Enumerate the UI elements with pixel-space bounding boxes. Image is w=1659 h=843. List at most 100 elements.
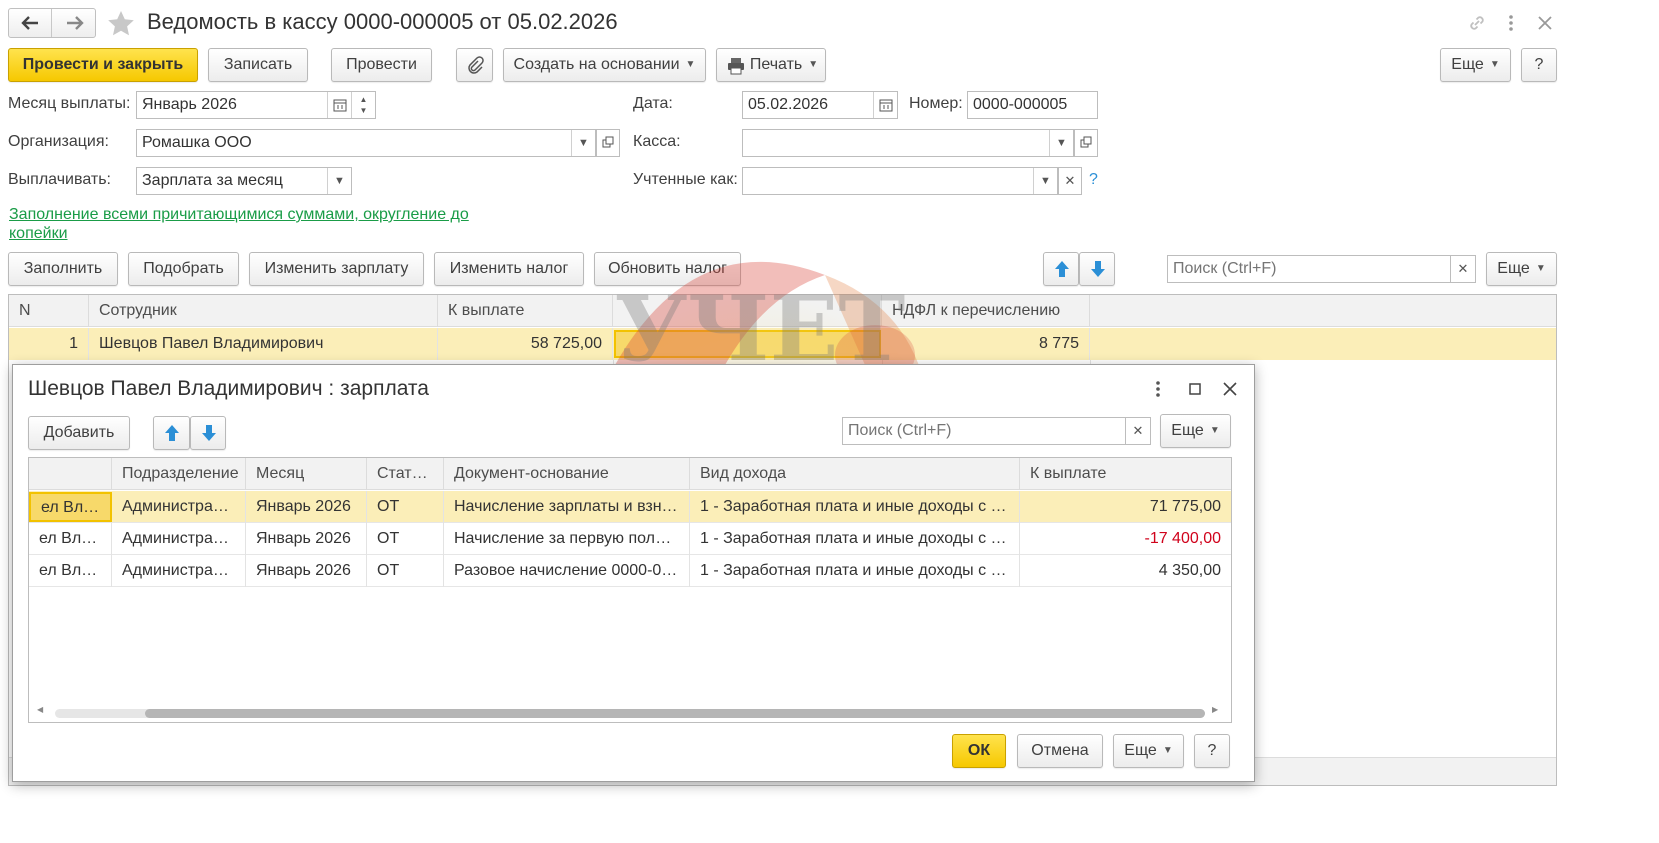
change-salary-button[interactable]: Изменить зарплату bbox=[249, 252, 424, 286]
horizontal-scrollbar-track[interactable] bbox=[55, 709, 1205, 718]
favorite-star-icon[interactable] bbox=[106, 9, 136, 39]
row-month: Январь 2026 bbox=[246, 523, 367, 555]
row-tax: 8 775 bbox=[882, 328, 1090, 360]
dialog-help-button[interactable]: ? bbox=[1194, 734, 1230, 768]
table-row[interactable]: 1 Шевцов Павел Владимирович 58 725,00 8 … bbox=[9, 328, 1556, 360]
caret-down-icon: ▼ bbox=[1535, 263, 1546, 274]
column-header-income-type[interactable]: Вид дохода bbox=[690, 458, 1020, 490]
search-input[interactable] bbox=[1167, 255, 1451, 283]
scroll-right-arrow[interactable]: ▶ bbox=[1212, 705, 1218, 714]
dialog-search-clear-button[interactable]: ✕ bbox=[1125, 417, 1151, 445]
row-extra-cell[interactable] bbox=[614, 330, 881, 358]
forward-button[interactable] bbox=[53, 9, 96, 37]
more-label: Еще bbox=[1451, 56, 1484, 74]
row-document: Начисление за первую поло… bbox=[444, 523, 690, 555]
link-icon[interactable] bbox=[1466, 12, 1488, 34]
organization-field[interactable]: Ромашка ООО ▼ bbox=[136, 129, 596, 157]
hint-icon[interactable]: ? bbox=[1089, 171, 1098, 189]
move-down-button[interactable] bbox=[1079, 252, 1115, 286]
column-header-employee[interactable]: Сотрудник bbox=[89, 295, 438, 327]
cash-label: Касса: bbox=[633, 133, 681, 150]
number-field[interactable]: 0000-000005 bbox=[967, 91, 1098, 119]
more-vertical-icon[interactable] bbox=[1503, 12, 1519, 34]
page-title: Ведомость в кассу 0000-000005 от 05.02.2… bbox=[147, 9, 618, 34]
more-vertical-icon[interactable] bbox=[1150, 378, 1166, 400]
cash-dropdown[interactable]: ▼ bbox=[1049, 130, 1073, 156]
close-icon[interactable] bbox=[1534, 12, 1556, 34]
column-header-employee[interactable] bbox=[29, 458, 112, 490]
cash-field[interactable]: ▼ bbox=[742, 129, 1074, 157]
list-more-button[interactable]: Еще ▼ bbox=[1486, 252, 1557, 286]
arrow-left-icon bbox=[21, 16, 38, 30]
attach-button[interactable] bbox=[456, 48, 493, 82]
table-row[interactable]: ел Влад… Администра… Январь 2026 ОТ Начи… bbox=[29, 491, 1231, 523]
move-up-button[interactable] bbox=[1043, 252, 1079, 286]
row-employee[interactable]: ел Влад… bbox=[29, 492, 112, 522]
row-status: ОТ bbox=[367, 491, 444, 523]
date-value: 05.02.2026 bbox=[748, 96, 829, 113]
cancel-button[interactable]: Отмена bbox=[1017, 734, 1103, 768]
table-row[interactable]: ел Влад… Администра… Январь 2026 ОТ Разо… bbox=[29, 555, 1231, 587]
print-button[interactable]: Печать ▼ bbox=[716, 48, 826, 82]
date-field[interactable]: 05.02.2026 bbox=[742, 91, 898, 119]
organization-value: Ромашка ООО bbox=[142, 134, 252, 151]
scroll-left-arrow[interactable]: ◀ bbox=[37, 705, 43, 714]
column-header-extra[interactable] bbox=[613, 295, 882, 327]
caret-down-icon: ▼ bbox=[1489, 59, 1500, 70]
pay-dropdown[interactable]: ▼ bbox=[327, 168, 351, 194]
organization-open-button[interactable] bbox=[596, 129, 620, 157]
column-header-amount[interactable]: К выплате bbox=[438, 295, 613, 327]
post-button[interactable]: Провести bbox=[331, 48, 432, 82]
month-spinner[interactable]: ▲ ▼ bbox=[351, 92, 375, 118]
caret-down-icon: ▼ bbox=[1162, 745, 1173, 756]
column-header-document[interactable]: Документ-основание bbox=[444, 458, 690, 490]
row-employee: ел Влад… bbox=[29, 555, 112, 587]
column-header-month[interactable]: Месяц bbox=[246, 458, 367, 490]
month-field[interactable]: Январь 2026 ▲ ▼ bbox=[136, 91, 376, 119]
dialog-footer-more-button[interactable]: Еще ▼ bbox=[1113, 734, 1184, 768]
dialog-move-down-button[interactable] bbox=[190, 416, 226, 450]
calendar-button[interactable] bbox=[327, 92, 351, 118]
dialog-title: Шевцов Павел Владимирович : зарплата bbox=[28, 377, 429, 400]
more-button[interactable]: Еще ▼ bbox=[1440, 48, 1511, 82]
month-label: Месяц выплаты: bbox=[8, 95, 131, 112]
search-clear-button[interactable]: ✕ bbox=[1450, 255, 1476, 283]
close-icon[interactable] bbox=[1220, 379, 1240, 399]
create-based-on-button[interactable]: Создать на основании ▼ bbox=[503, 48, 706, 82]
salary-dialog: Шевцов Павел Владимирович : зарплата Доб… bbox=[12, 364, 1255, 782]
row-month: Январь 2026 bbox=[246, 555, 367, 587]
organization-dropdown[interactable]: ▼ bbox=[571, 130, 595, 156]
date-label: Дата: bbox=[633, 95, 673, 112]
row-employee: Шевцов Павел Владимирович bbox=[89, 328, 438, 360]
column-header-tax[interactable]: НДФЛ к перечислению bbox=[882, 295, 1090, 327]
back-button[interactable] bbox=[9, 9, 52, 37]
change-tax-button[interactable]: Изменить налог bbox=[434, 252, 584, 286]
pick-button[interactable]: Подобрать bbox=[128, 252, 239, 286]
save-button[interactable]: Записать bbox=[208, 48, 308, 82]
add-button[interactable]: Добавить bbox=[28, 416, 130, 450]
date-calendar-button[interactable] bbox=[873, 92, 897, 118]
help-button[interactable]: ? bbox=[1521, 48, 1557, 82]
fill-settings-link[interactable]: Заполнение всеми причитающимися суммами,… bbox=[9, 205, 484, 243]
accounted-dropdown[interactable]: ▼ bbox=[1033, 168, 1057, 194]
ok-button[interactable]: ОК bbox=[952, 734, 1006, 768]
dialog-search-input[interactable] bbox=[842, 417, 1126, 445]
column-header-amount[interactable]: К выплате bbox=[1020, 458, 1231, 490]
column-header-department[interactable]: Подразделение bbox=[112, 458, 246, 490]
update-tax-button[interactable]: Обновить налог bbox=[594, 252, 741, 286]
accounted-clear-button[interactable]: ✕ bbox=[1058, 167, 1082, 195]
pay-field[interactable]: Зарплата за месяц ▼ bbox=[136, 167, 352, 195]
fill-button[interactable]: Заполнить bbox=[8, 252, 118, 286]
maximize-icon[interactable] bbox=[1185, 379, 1205, 399]
dialog-more-button[interactable]: Еще ▼ bbox=[1160, 414, 1231, 448]
horizontal-scrollbar-thumb[interactable] bbox=[145, 709, 1205, 718]
accruals-table[interactable]: Подразделение Месяц Стат… Документ-основ… bbox=[28, 457, 1232, 723]
table-row[interactable]: ел Влад… Администра… Январь 2026 ОТ Начи… bbox=[29, 523, 1231, 555]
row-month: Январь 2026 bbox=[246, 491, 367, 523]
post-and-close-button[interactable]: Провести и закрыть bbox=[8, 48, 198, 82]
dialog-move-up-button[interactable] bbox=[153, 416, 190, 450]
accounted-field[interactable]: ▼ bbox=[742, 167, 1058, 195]
column-header-status[interactable]: Стат… bbox=[367, 458, 444, 490]
cash-open-button[interactable] bbox=[1074, 129, 1098, 157]
column-header-n[interactable]: N bbox=[9, 295, 89, 327]
